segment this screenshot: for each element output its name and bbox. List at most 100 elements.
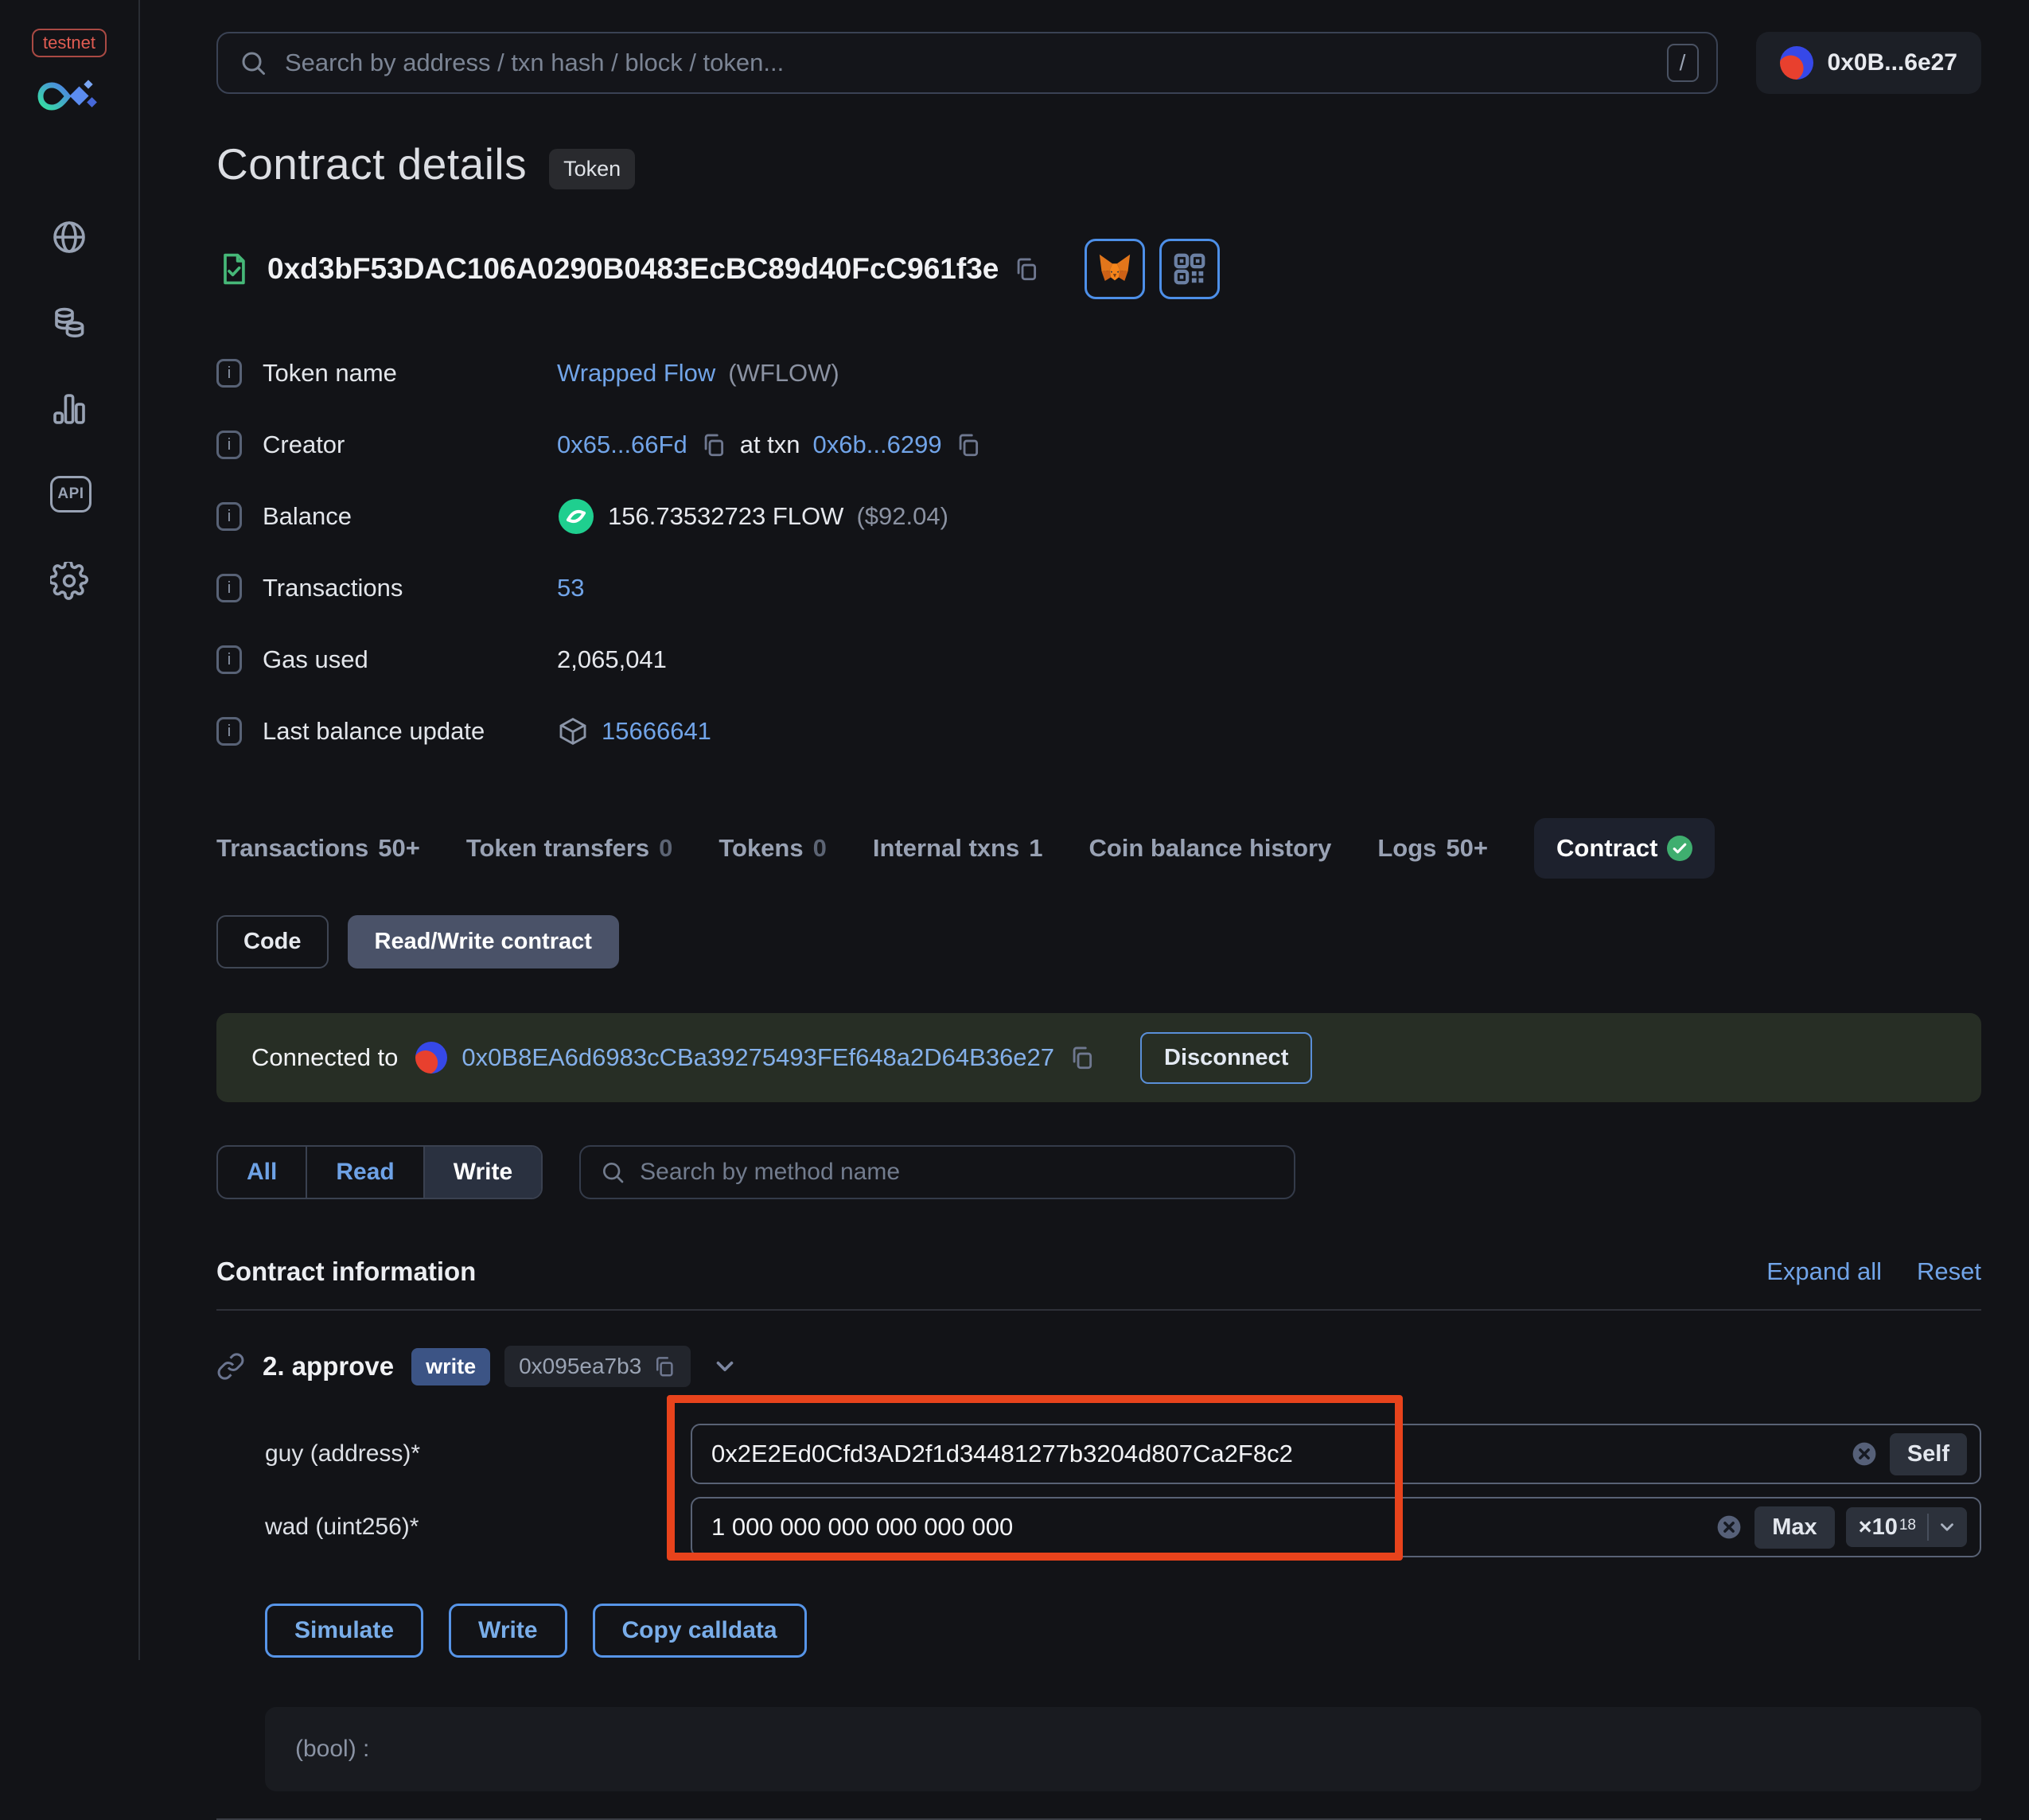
sidebar-nav: API xyxy=(50,218,92,600)
info-icon: i xyxy=(216,431,242,459)
expand-all-link[interactable]: Expand all xyxy=(1766,1257,1882,1286)
token-symbol: (WFLOW) xyxy=(728,359,839,387)
methods-filter-row: All Read Write xyxy=(216,1145,1981,1199)
simulate-button[interactable]: Simulate xyxy=(265,1604,424,1658)
param-guy-input[interactable] xyxy=(711,1440,1839,1468)
param-guy-input-box: Self xyxy=(691,1424,1981,1484)
tab-tokens[interactable]: Tokens 0 xyxy=(719,834,826,863)
copy-selector-icon[interactable] xyxy=(652,1354,676,1378)
connected-to-text: Connected to xyxy=(251,1043,399,1071)
info-icon: i xyxy=(216,717,242,746)
at-txn-text: at txn xyxy=(739,431,800,458)
gear-icon[interactable] xyxy=(50,562,88,600)
copy-txn-icon[interactable] xyxy=(955,431,982,458)
info-row-gas-used: i Gas used 2,065,041 xyxy=(216,624,1981,696)
write-method-badge: write xyxy=(411,1347,491,1385)
section-title: Contract information xyxy=(216,1257,477,1286)
tab-internal-txns[interactable]: Internal txns 1 xyxy=(873,834,1043,863)
info-icon: i xyxy=(216,645,242,674)
tab-contract[interactable]: Contract xyxy=(1534,818,1715,879)
method-search-input[interactable] xyxy=(640,1159,1275,1186)
tab-transactions[interactable]: Transactions 50+ xyxy=(216,834,420,863)
app-window: testnet API Search by address / txn hash… xyxy=(0,0,2029,1820)
output-bool-text: (bool) : xyxy=(295,1736,370,1762)
tab-coin-balance-history[interactable]: Coin balance history xyxy=(1088,834,1331,863)
chevron-down-icon xyxy=(1941,1523,1953,1531)
info-icon: i xyxy=(216,502,242,531)
contract-address[interactable]: 0xd3bF53DAC106A0290B0483EcBC89d40FcC961f… xyxy=(267,252,999,286)
transactions-label: Transactions xyxy=(263,574,403,602)
chip-separator xyxy=(1927,1514,1929,1541)
account-button[interactable]: 0x0B...6e27 xyxy=(1755,32,1981,94)
reset-link[interactable]: Reset xyxy=(1917,1257,1981,1286)
method-selector-badge: 0x095ea7b3 xyxy=(504,1346,691,1387)
transactions-count-link[interactable]: 53 xyxy=(557,574,584,602)
info-icon: i xyxy=(216,574,242,602)
read-write-subtab-button[interactable]: Read/Write contract xyxy=(347,915,619,968)
account-address: 0x0B...6e27 xyxy=(1827,49,1957,76)
copy-address-icon[interactable] xyxy=(1013,255,1040,283)
token-name-label: Token name xyxy=(263,359,397,387)
add-to-metamask-button[interactable] xyxy=(1085,239,1146,299)
global-search-input[interactable] xyxy=(285,49,1667,77)
sidebar: testnet API xyxy=(0,0,140,1660)
filter-all[interactable]: All xyxy=(218,1147,308,1198)
creation-txn-link[interactable]: 0x6b...6299 xyxy=(813,431,942,459)
filter-write[interactable]: Write xyxy=(424,1147,542,1198)
qr-code-icon xyxy=(1174,253,1205,285)
clear-input-icon[interactable] xyxy=(1716,1514,1742,1540)
tabs-row: Transactions 50+ Token transfers 0 Tokens 0… xyxy=(216,818,1981,879)
globe-icon[interactable] xyxy=(50,218,88,256)
copy-calldata-button[interactable]: Copy calldata xyxy=(592,1604,807,1658)
write-button[interactable]: Write xyxy=(449,1604,567,1658)
info-row-last-balance-update: i Last balance update 15666641 xyxy=(216,696,1981,767)
copy-creator-icon[interactable] xyxy=(700,431,727,458)
qr-code-button[interactable] xyxy=(1159,239,1221,299)
page-title: Contract details xyxy=(216,139,528,189)
param-guy-label: guy (address)* xyxy=(265,1440,421,1467)
block-cube-icon xyxy=(559,718,586,745)
connected-address[interactable]: 0x0B8EA6d6983cCBa39275493FEf648a2D64B36e… xyxy=(461,1043,1054,1072)
contract-information-header: Contract information Expand all Reset xyxy=(216,1257,1981,1287)
param-row-guy: guy (address)* Self xyxy=(216,1424,1981,1484)
info-row-creator: i Creator 0x65...66Fd at txn 0x6b...6299 xyxy=(216,409,1981,481)
flow-token-icon xyxy=(559,499,594,534)
code-subtab-button[interactable]: Code xyxy=(216,915,329,968)
token-name-link[interactable]: Wrapped Flow xyxy=(557,359,715,388)
creator-address-link[interactable]: 0x65...66Fd xyxy=(557,431,687,459)
global-search[interactable]: / xyxy=(216,32,1718,94)
bar-chart-icon[interactable] xyxy=(50,390,88,428)
method-approve-header[interactable]: 2. approve write 0x095ea7b3 xyxy=(216,1346,1981,1387)
balance-usd: ($92.04) xyxy=(856,502,948,530)
filter-read[interactable]: Read xyxy=(307,1147,425,1198)
api-icon[interactable]: API xyxy=(50,476,92,514)
info-row-token-name: i Token name Wrapped Flow (WFLOW) xyxy=(216,337,1981,409)
info-row-transactions: i Transactions 53 xyxy=(216,552,1981,624)
multiplier-dropdown[interactable]: ×10 18 xyxy=(1845,1507,1967,1547)
search-icon xyxy=(242,52,265,75)
self-button[interactable]: Self xyxy=(1889,1432,1967,1475)
coins-icon[interactable] xyxy=(50,304,88,342)
balance-label: Balance xyxy=(263,502,352,530)
param-wad-input-box: Max ×1018 xyxy=(691,1497,1981,1557)
network-badge: testnet xyxy=(31,29,107,57)
disconnect-button[interactable]: Disconnect xyxy=(1140,1031,1313,1084)
tab-token-transfers[interactable]: Token transfers 0 xyxy=(466,834,673,863)
contract-info-grid: i Token name Wrapped Flow (WFLOW) i Crea… xyxy=(216,337,1981,767)
copy-connected-address-icon[interactable] xyxy=(1069,1044,1096,1071)
method-params: guy (address)* Self wad (uint256)* xyxy=(216,1395,1981,1561)
max-button[interactable]: Max xyxy=(1754,1506,1835,1549)
method-search[interactable] xyxy=(579,1145,1296,1199)
app-logo-icon[interactable] xyxy=(36,78,103,115)
method-actions: Simulate Write Copy calldata xyxy=(216,1604,1981,1658)
search-icon xyxy=(603,1163,624,1183)
multiplier-exponent: 18 xyxy=(1899,1517,1916,1534)
collapse-chevron-icon[interactable] xyxy=(711,1353,738,1380)
clear-input-icon[interactable] xyxy=(1852,1441,1877,1467)
verified-contract-icon xyxy=(224,253,245,285)
block-number-link[interactable]: 15666641 xyxy=(602,717,711,746)
link-anchor-icon[interactable] xyxy=(216,1352,245,1381)
tab-logs[interactable]: Logs 50+ xyxy=(1377,834,1488,863)
param-wad-input[interactable] xyxy=(711,1513,1704,1541)
topbar: / 0x0B...6e27 xyxy=(216,32,1981,94)
